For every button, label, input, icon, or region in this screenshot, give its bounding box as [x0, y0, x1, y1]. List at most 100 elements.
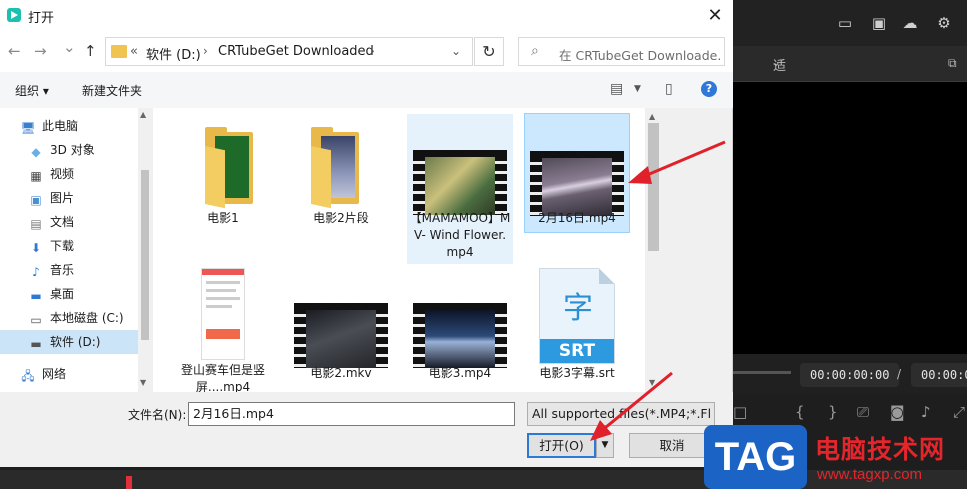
view-dropdown-icon[interactable]: ▼	[634, 84, 641, 94]
file-item-mamamoo-mv[interactable]: 【MAMAMOO】MV- Wind Flower.mp4	[407, 114, 513, 264]
camera-icon[interactable]: ◙	[890, 403, 905, 421]
sidebar-item-downloads[interactable]: ⬇ 下载	[28, 234, 74, 258]
video-thumbnail-icon	[294, 303, 388, 368]
folder-icon	[205, 127, 253, 209]
file-item-movie2-clip[interactable]: 电影2片段	[288, 114, 394, 234]
address-bar[interactable]: « 软件 (D:) › CRTubeGet Downloaded › ⌄	[105, 37, 473, 66]
video-thumbnail-icon	[413, 150, 507, 215]
sidebar-item-music[interactable]: ♪ 音乐	[28, 258, 74, 282]
settings-icon[interactable]: ⚙	[935, 14, 953, 32]
address-dropdown-icon[interactable]: ⌄	[451, 44, 461, 58]
save-icon[interactable]: ▣	[870, 14, 888, 32]
organize-button[interactable]: 组织 ▾	[15, 82, 49, 99]
breadcrumb-separator-icon[interactable]: ›	[370, 44, 375, 58]
file-name: 2月16日.mp4	[538, 211, 616, 225]
cloud-upload-icon[interactable]: ☁	[901, 14, 919, 32]
mark-out-icon[interactable]: }	[828, 403, 838, 421]
screen-icon[interactable]: ⧉	[948, 56, 957, 71]
breadcrumb-separator-icon[interactable]: ›	[203, 44, 208, 58]
time-display-bar: 00:00:00:00 / 00:00:00:0	[733, 354, 967, 394]
navigation-pane: 🖥 此电脑 ◆ 3D 对象 ▦ 视频 ▣ 图片 ▤ 文档 ⬇ 下载 ♪ 音乐 ▬ 桌面 ▭ 本地磁…	[0, 108, 152, 392]
recent-locations-chevron-icon[interactable]: ⌄	[63, 38, 76, 56]
sidebar-item-3d-objects[interactable]: ◆ 3D 对象	[28, 138, 94, 162]
sidebar-item-network[interactable]: 🖧 网络	[20, 362, 66, 386]
view-options-icon[interactable]: ▤	[610, 81, 623, 97]
open-button[interactable]: 打开(O)	[527, 433, 596, 458]
sidebar-item-desktop[interactable]: ▬ 桌面	[28, 282, 74, 306]
preview-pane-icon[interactable]: ▯	[665, 81, 673, 97]
sidebar-item-drive-d[interactable]: ▬ 软件 (D:)	[0, 330, 138, 354]
disk-icon: ▭	[30, 313, 42, 327]
volume-icon[interactable]: ♪	[921, 403, 931, 421]
command-bar: 组织 ▾ 新建文件夹 ▤ ▼ ▯	[0, 72, 733, 108]
app-logo-icon	[7, 8, 21, 22]
scrollbar-thumb[interactable]	[141, 170, 149, 340]
close-icon[interactable]: ✕	[700, 2, 730, 30]
file-item-feb16[interactable]: 2月16日.mp4	[524, 113, 630, 233]
phone-thumbnail-icon	[201, 268, 245, 360]
back-icon[interactable]: ←	[8, 42, 21, 60]
sidebar-item-pictures[interactable]: ▣ 图片	[28, 186, 74, 210]
up-folder-icon[interactable]: ↑	[84, 42, 97, 60]
stop-icon[interactable]: □	[733, 403, 747, 421]
file-item-movie1[interactable]: 电影1	[170, 114, 276, 234]
file-name: 电影3字幕.srt	[539, 366, 615, 380]
chevron-down-icon[interactable]: ⌄	[771, 55, 781, 69]
file-type-filter[interactable]: All supported files(*.MP4;*.Fl	[527, 402, 715, 426]
sidebar-item-this-pc[interactable]: 🖥 此电脑	[20, 114, 78, 138]
help-icon[interactable]: ?	[701, 81, 717, 97]
filename-label: 文件名(N):	[128, 408, 187, 422]
sidebar-item-local-disk-c[interactable]: ▭ 本地磁盘 (C:)	[28, 306, 123, 330]
editor-toolbar: ▭ ▣ ☁ ⚙	[733, 0, 967, 46]
search-icon: ⌕	[531, 43, 539, 59]
new-folder-button[interactable]: 新建文件夹	[82, 82, 142, 99]
breadcrumb-drive[interactable]: 软件 (D:)	[146, 44, 201, 63]
breadcrumb-folder[interactable]: CRTubeGet Downloaded	[218, 44, 374, 59]
network-icon: 🖧	[21, 369, 35, 383]
layout-icon[interactable]: ▭	[836, 14, 854, 32]
drive-icon: ▬	[30, 337, 42, 351]
video-preview	[733, 82, 967, 354]
document-icon: ▤	[30, 217, 42, 231]
folder-icon	[311, 127, 359, 209]
scroll-up-icon[interactable]: ▲	[140, 110, 146, 119]
search-box[interactable]: ⌕ 在 CRTubeGet Downloade...	[518, 37, 725, 66]
file-name: 电影2片段	[313, 211, 369, 225]
progress-track[interactable]	[733, 371, 791, 374]
scroll-down-icon[interactable]: ▼	[140, 378, 146, 387]
desktop-icon: ▬	[30, 289, 42, 303]
video-thumbnail-icon	[530, 151, 624, 216]
scroll-down-icon[interactable]: ▼	[649, 378, 655, 387]
editor-subbar: 适 ⌄ ⧉	[733, 46, 967, 82]
cube-icon: ◆	[31, 145, 41, 159]
fullscreen-icon[interactable]: ⤢	[953, 403, 965, 421]
file-name: 电影1	[207, 211, 239, 225]
file-item-movie2-mkv[interactable]: 电影2.mkv	[288, 268, 394, 392]
video-icon: ▦	[30, 169, 42, 183]
watermark-url: www.tagxp.com	[817, 466, 923, 483]
cancel-button[interactable]: 取消	[629, 433, 715, 458]
file-list-scrollbar[interactable]: ▲ ▼	[645, 108, 662, 392]
forward-icon[interactable]: →	[34, 42, 47, 60]
file-name: 电影3.mp4	[428, 366, 492, 380]
subtitle-file-icon: 字 SRT	[539, 268, 615, 364]
sidebar-item-documents[interactable]: ▤ 文档	[28, 210, 74, 234]
refresh-button[interactable]: ↻	[474, 37, 504, 66]
filename-input[interactable]: 2月16日.mp4	[188, 402, 515, 426]
display-icon[interactable]: ⎚	[857, 403, 869, 421]
mark-in-icon[interactable]: {	[795, 403, 805, 421]
playhead-marker[interactable]	[126, 476, 132, 489]
sidebar-item-videos[interactable]: ▦ 视频	[28, 162, 74, 186]
file-item-movie3-srt[interactable]: 字 SRT 电影3字幕.srt	[524, 268, 630, 392]
address-overflow[interactable]: «	[130, 44, 138, 59]
open-options-dropdown-icon[interactable]: ▼	[596, 433, 614, 458]
file-item-movie3-mp4[interactable]: 电影3.mp4	[407, 268, 513, 392]
file-item-hill-climb[interactable]: 登山赛车但是竖屏....mp4	[170, 268, 276, 392]
scrollbar-thumb[interactable]	[648, 123, 659, 251]
scroll-up-icon[interactable]: ▲	[649, 112, 655, 121]
picture-icon: ▣	[30, 193, 42, 207]
sidebar-scrollbar[interactable]: ▲ ▼	[138, 108, 152, 392]
folder-icon	[111, 45, 127, 58]
dialog-title: 打开	[28, 11, 55, 26]
watermark-title: 电脑技术网	[815, 435, 946, 464]
